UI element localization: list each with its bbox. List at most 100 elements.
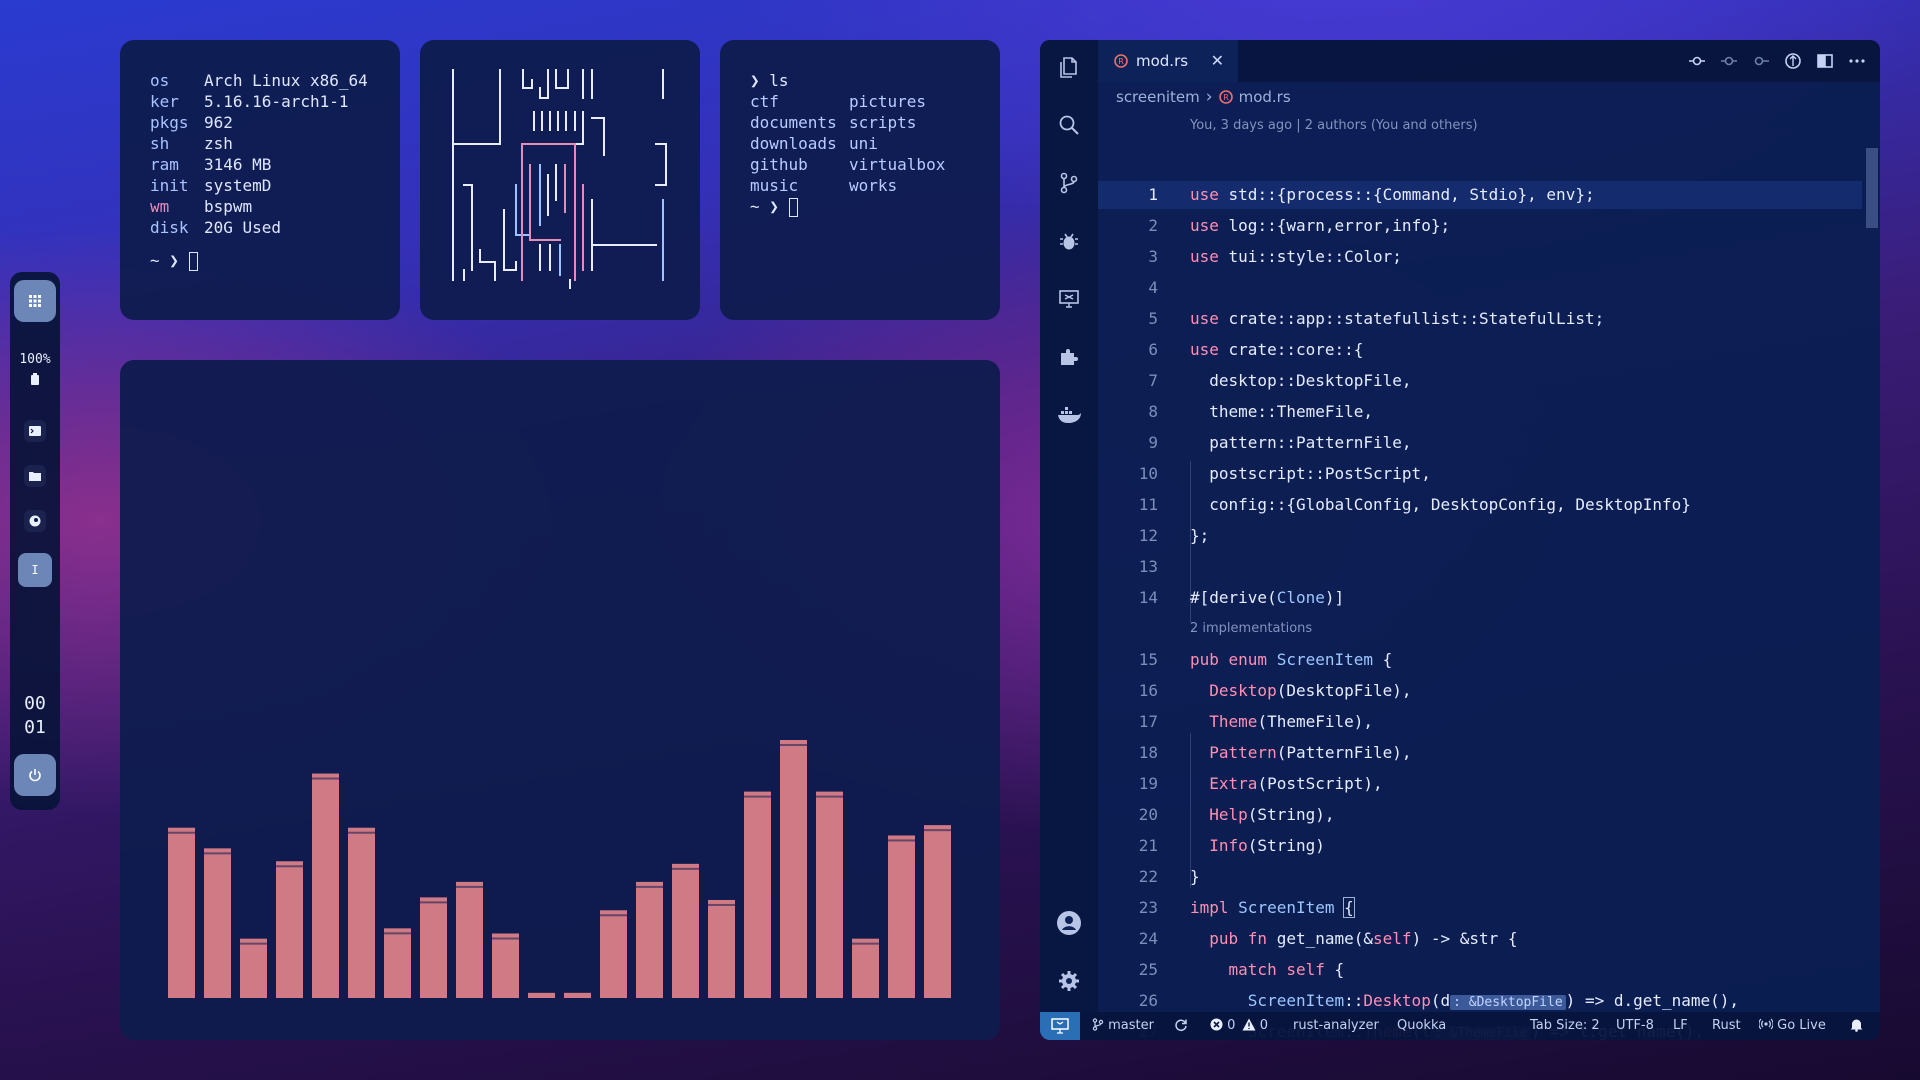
code-editor-window: R mod.rs ✕ screenitem › R mod.rs You, 3 … [1040, 40, 1880, 1040]
line-number: 2 [1148, 216, 1158, 235]
search-button[interactable] [1054, 110, 1084, 140]
code-line: pub fn get_name(&self) -> &str { [1209, 929, 1518, 948]
ls-entry: works [849, 176, 898, 195]
settings-button[interactable] [1054, 966, 1084, 996]
grid-icon [29, 295, 41, 307]
terminal-prompt[interactable]: ~ ❯ [150, 250, 368, 271]
explorer-button[interactable] [1054, 52, 1084, 82]
breadcrumb-file[interactable]: mod.rs [1239, 88, 1291, 106]
sysinfo-row-init: init systemD [150, 176, 272, 195]
line-number: 13 [1138, 557, 1158, 576]
ls-entry: downloads [750, 134, 837, 153]
scrollbar-thumb[interactable] [1866, 148, 1878, 228]
tab-size-status[interactable]: Tab Size: 2 [1530, 1018, 1600, 1033]
tab-mod-rs[interactable]: R mod.rs ✕ [1098, 40, 1238, 82]
git-previous-change-icon[interactable] [1720, 52, 1738, 70]
debug-button[interactable] [1054, 226, 1084, 256]
breadcrumb-folder[interactable]: screenitem [1116, 88, 1200, 106]
code-line: Pattern(PatternFile), [1209, 743, 1412, 762]
visualizer-bar [780, 740, 807, 998]
split-editor-icon[interactable] [1816, 52, 1834, 70]
visualizer-bar-peak [276, 865, 303, 868]
remote-indicator-button[interactable] [1040, 1012, 1080, 1040]
ls-entry: uni [849, 134, 878, 153]
files-icon [1060, 57, 1077, 78]
browser-launcher-button[interactable] [24, 510, 46, 532]
ls-entry: scripts [849, 113, 917, 132]
apps-grid-button[interactable] [14, 280, 56, 322]
remote-monitor-icon [1059, 290, 1079, 308]
visualizer-bar-peak [924, 829, 951, 832]
audio-visualizer [168, 740, 951, 998]
line-number: 7 [1148, 371, 1158, 390]
editor-scrollbar[interactable] [1862, 112, 1880, 1012]
line-number: 5 [1148, 309, 1158, 328]
git-commit-icon[interactable] [1688, 52, 1706, 70]
clock-minutes: 01 [24, 717, 46, 738]
git-blame-codelens[interactable]: You, 3 days ago | 2 authors (You and oth… [1190, 118, 1478, 133]
encoding-status[interactable]: UTF-8 [1616, 1018, 1654, 1033]
text-editor-launcher-button[interactable]: I [18, 553, 52, 587]
code-line: pattern::PatternFile, [1190, 433, 1412, 452]
ls-entries: ctf pictures documents scripts downloads… [750, 91, 959, 196]
folder-icon [29, 472, 41, 481]
ls-output: ❯ ls ctf pictures documents scripts down… [750, 70, 959, 217]
open-changes-icon[interactable] [1784, 52, 1802, 70]
problems-status[interactable]: 0 0 [1210, 1018, 1268, 1033]
power-button[interactable] [14, 754, 56, 796]
search-icon [1059, 115, 1079, 135]
visualizer-bar-peak [456, 885, 483, 888]
language-mode-status[interactable]: Rust [1712, 1018, 1741, 1033]
sync-icon [1175, 1019, 1187, 1032]
visualizer-bar [744, 791, 771, 998]
visualizer-bar [204, 848, 231, 998]
terminal-launcher-button[interactable] [24, 420, 46, 442]
quokka-status[interactable]: Quokka [1397, 1018, 1446, 1033]
left-dock: 100% I 00 01 [10, 272, 60, 810]
code-line: postscript::PostScript, [1190, 464, 1431, 483]
visualizer-bar-peak [708, 903, 735, 906]
visualizer-bar [240, 938, 267, 998]
ls-terminal-widget: ❯ ls ctf pictures documents scripts down… [720, 40, 1000, 320]
git-branch-status[interactable]: master [1092, 1018, 1154, 1033]
broadcast-icon [1758, 1018, 1774, 1030]
accounts-button[interactable] [1054, 908, 1084, 938]
visualizer-bar-peak [600, 914, 627, 917]
rust-analyzer-status[interactable]: rust-analyzer [1293, 1018, 1379, 1033]
breadcrumb-separator: › [1205, 87, 1213, 107]
sysinfo-row-ker: ker 5.16.16-arch1-1 [150, 92, 349, 111]
docker-icon [1058, 407, 1081, 423]
code-line: Extra(PostScript), [1209, 774, 1383, 793]
terminal-prompt[interactable]: ~ ❯ [750, 196, 959, 217]
sysinfo-list: os Arch Linux x86_64 ker 5.16.16-arch1-1 p… [150, 70, 368, 271]
files-launcher-button[interactable] [24, 465, 46, 487]
audio-visualizer-widget [120, 360, 1000, 1040]
visualizer-bar-peak [168, 831, 195, 834]
sync-button[interactable] [1174, 1018, 1188, 1034]
close-tab-icon[interactable]: ✕ [1211, 51, 1224, 70]
visualizer-bar-peak [780, 744, 807, 746]
status-bar: master 0 0 rust-analyzer Quokka Tab Size… [1040, 1012, 1880, 1040]
extensions-button[interactable] [1054, 342, 1084, 372]
ls-entry: ctf [750, 92, 779, 111]
go-live-button[interactable]: Go Live [1758, 1018, 1826, 1033]
battery-icon [30, 370, 40, 389]
more-actions-icon[interactable] [1848, 52, 1866, 70]
source-control-button[interactable] [1054, 168, 1084, 198]
visualizer-bar-peak [888, 839, 915, 842]
eol-status[interactable]: LF [1673, 1018, 1688, 1033]
visualizer-bar [348, 827, 375, 998]
remote-explorer-button[interactable] [1054, 284, 1084, 314]
visualizer-bar-peak [816, 795, 843, 798]
code-line: Info(String) [1209, 836, 1325, 855]
git-next-change-icon[interactable] [1752, 52, 1770, 70]
notifications-button[interactable] [1850, 1018, 1863, 1036]
visualizer-bar-peak [204, 852, 231, 855]
visualizer-bar-peak [492, 937, 519, 940]
visualizer-bar [924, 825, 951, 998]
implementations-codelens[interactable]: 2 implementations [1190, 621, 1312, 636]
code-line: } [1190, 867, 1200, 886]
line-number: 6 [1148, 340, 1158, 359]
docker-button[interactable] [1054, 400, 1084, 430]
svg-text:R: R [1223, 93, 1229, 102]
